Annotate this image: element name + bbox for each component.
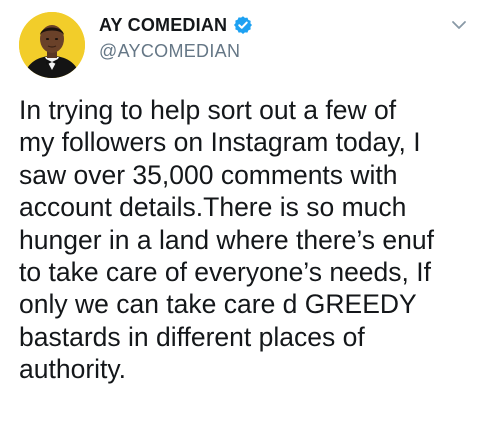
avatar[interactable] [19,12,85,78]
chevron-down-icon[interactable] [448,14,470,36]
author-handle[interactable]: @AYCOMEDIAN [99,41,253,62]
tweet-text: In trying to help sort out a few of my f… [19,95,434,385]
verified-badge-icon [233,15,253,35]
tweet-card: AY COMEDIAN @AYCOMEDIAN In trying to hel… [0,0,488,440]
author-display-name[interactable]: AY COMEDIAN [99,15,227,36]
avatar-image [19,12,85,78]
name-row: AY COMEDIAN [99,13,253,37]
tweet-header: AY COMEDIAN @AYCOMEDIAN [99,13,253,62]
